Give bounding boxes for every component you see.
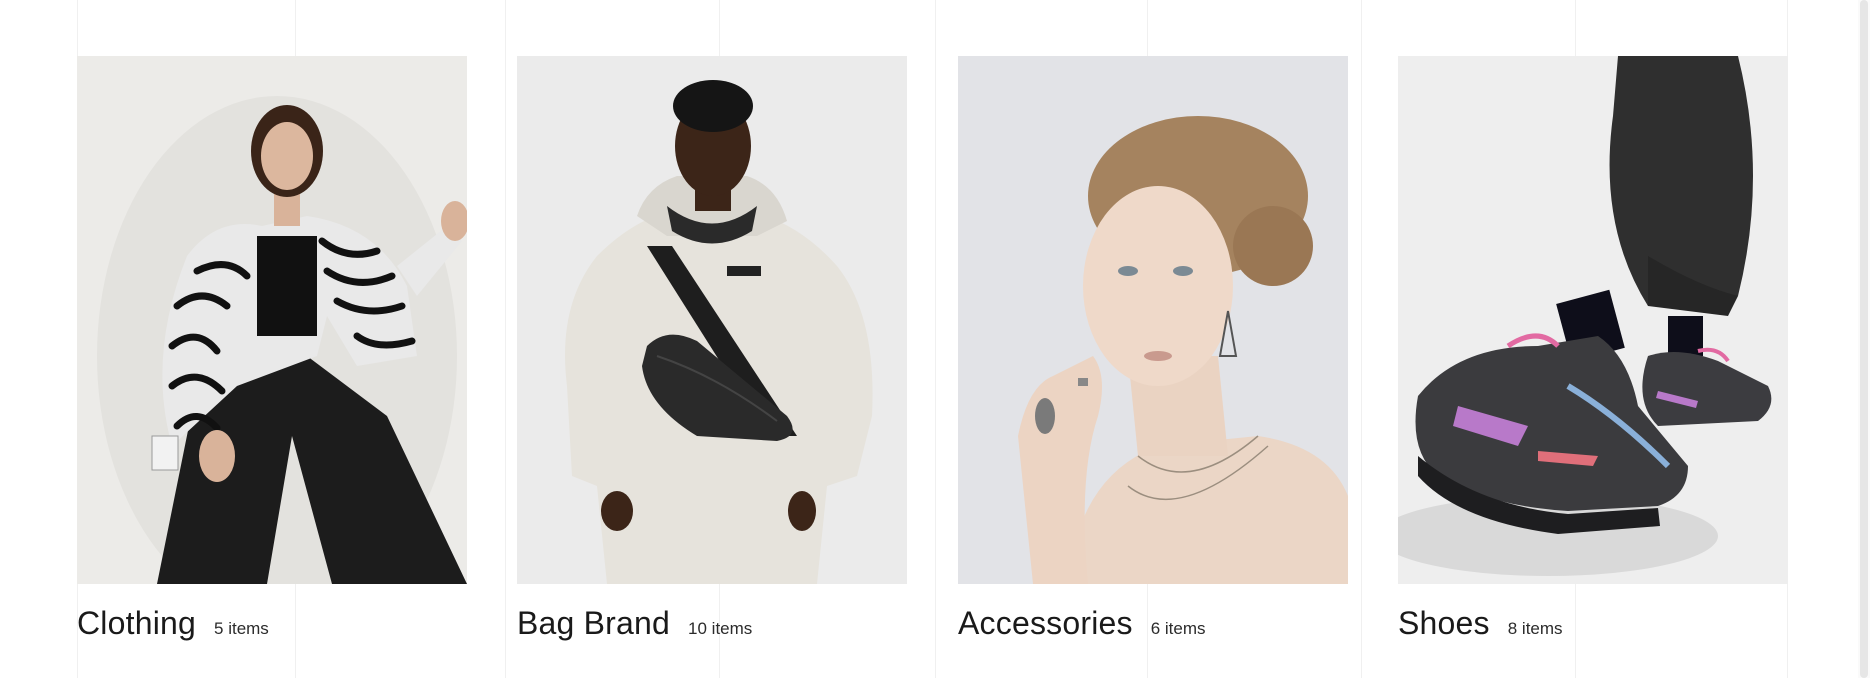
category-title[interactable]: Shoes <box>1398 605 1490 642</box>
category-item-count: 6 items <box>1150 619 1206 638</box>
category-image-shoes[interactable] <box>1398 56 1788 584</box>
category-caption: Bag Brand 10 items <box>517 605 752 645</box>
grid-line <box>1361 0 1362 678</box>
grid-line <box>505 0 506 678</box>
category-caption: Clothing 5 items <box>77 605 269 645</box>
category-item-count: 8 items <box>1507 619 1563 638</box>
category-item-count: 5 items <box>214 619 269 638</box>
category-caption: Accessories 6 items <box>958 605 1206 645</box>
category-title[interactable]: Bag Brand <box>517 605 670 642</box>
category-title[interactable]: Clothing <box>77 605 196 642</box>
category-image-clothing[interactable] <box>77 56 467 584</box>
category-title[interactable]: Accessories <box>958 605 1133 642</box>
category-card-shoes[interactable]: Shoes 8 items <box>1398 56 1788 641</box>
category-caption: Shoes 8 items <box>1398 605 1563 645</box>
category-card-clothing[interactable]: Clothing 5 items <box>77 56 467 641</box>
category-card-bag-brand[interactable]: Bag Brand 10 items <box>517 56 907 641</box>
category-image-bag-brand[interactable] <box>517 56 907 584</box>
category-item-count: 10 items <box>688 619 753 638</box>
category-image-accessories[interactable] <box>958 56 1348 584</box>
vertical-scrollbar[interactable] <box>1858 0 1870 678</box>
scrollbar-thumb[interactable] <box>1860 0 1868 678</box>
grid-line <box>935 0 936 678</box>
category-card-accessories[interactable]: Accessories 6 items <box>958 56 1348 641</box>
